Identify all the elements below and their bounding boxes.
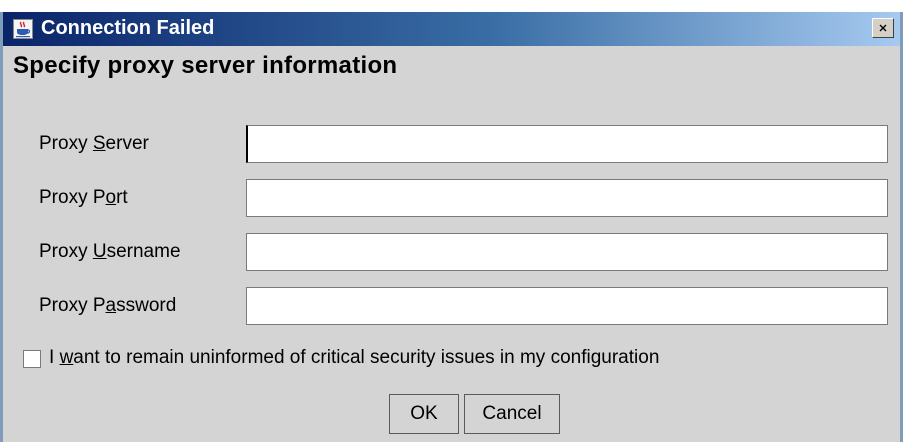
window-title: Connection Failed — [41, 17, 215, 39]
background-window-strip — [0, 0, 903, 12]
proxy-port-label: Proxy Port — [39, 187, 128, 208]
proxy-password-row: Proxy Password — [3, 287, 900, 327]
proxy-username-input[interactable] — [246, 233, 888, 271]
proxy-server-label: Proxy Server — [39, 133, 149, 154]
dialog-heading: Specify proxy server information — [13, 52, 398, 79]
ok-button[interactable]: OK — [389, 394, 459, 434]
cancel-button[interactable]: Cancel — [464, 394, 560, 434]
proxy-server-row: Proxy Server — [3, 125, 900, 165]
proxy-server-input[interactable] — [246, 125, 888, 163]
close-icon — [879, 24, 887, 32]
close-button[interactable] — [872, 18, 894, 38]
proxy-password-input[interactable] — [246, 287, 888, 325]
proxy-username-row: Proxy Username — [3, 233, 900, 273]
proxy-port-row: Proxy Port — [3, 179, 900, 219]
security-warning-checkbox[interactable] — [23, 350, 41, 368]
security-warning-checkbox-label[interactable]: I want to remain uninformed of critical … — [49, 347, 659, 369]
proxy-password-label: Proxy Password — [39, 295, 177, 316]
java-cup-icon — [13, 19, 33, 39]
title-bar[interactable]: Connection Failed — [3, 12, 900, 46]
proxy-port-input[interactable] — [246, 179, 888, 217]
connection-failed-dialog: Connection Failed Specify proxy server i… — [0, 12, 903, 442]
proxy-username-label: Proxy Username — [39, 241, 181, 262]
